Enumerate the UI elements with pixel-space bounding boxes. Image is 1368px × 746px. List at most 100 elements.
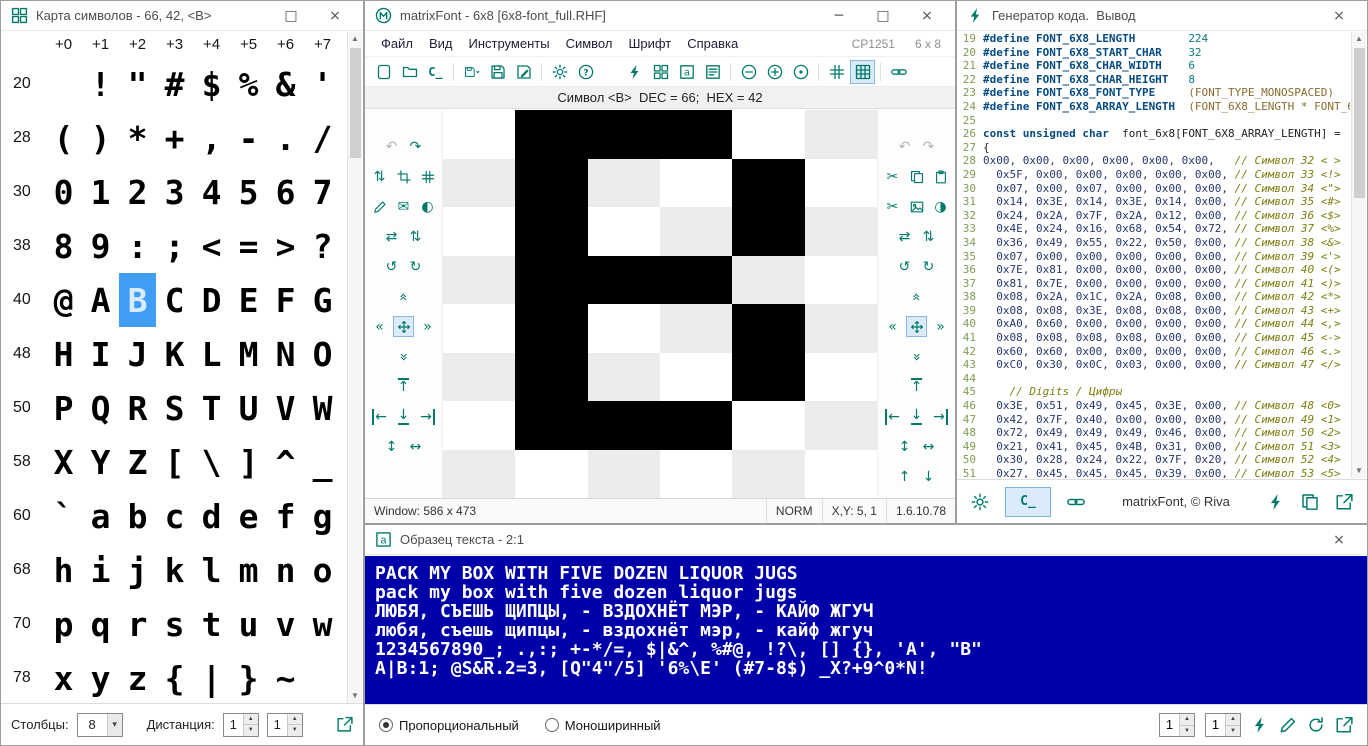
char-cell[interactable]: 4: [193, 165, 230, 219]
flip-horizontal-button[interactable]: ⇄: [381, 226, 402, 247]
copy-code-button[interactable]: [1301, 493, 1319, 511]
glyph-pixel[interactable]: [805, 207, 877, 256]
glyph-pixel[interactable]: [805, 353, 877, 402]
gear-icon[interactable]: [971, 493, 989, 511]
char-cell[interactable]: k: [156, 543, 193, 597]
glyph-pixel[interactable]: [588, 401, 660, 450]
snap-toggle[interactable]: [886, 60, 911, 84]
char-cell[interactable]: f: [267, 489, 304, 543]
settings-button[interactable]: [547, 60, 572, 84]
refresh-sample-button[interactable]: [1251, 716, 1269, 734]
glyph-pixel[interactable]: [588, 207, 660, 256]
char-cell[interactable]: l: [193, 543, 230, 597]
glyph-pixel[interactable]: [660, 304, 732, 353]
export-image-button[interactable]: [906, 196, 927, 217]
prev-char-button[interactable]: ↑: [894, 466, 915, 487]
rotate-right-button[interactable]: ↻: [918, 256, 939, 277]
new-font-button[interactable]: [371, 60, 396, 84]
char-cell[interactable]: S: [156, 381, 193, 435]
save-menu-button[interactable]: [459, 60, 484, 84]
code-scrollbar[interactable]: ▲ ▼: [1351, 32, 1366, 478]
align-bottom-button[interactable]: ↓: [393, 406, 414, 427]
maximize-button[interactable]: □: [273, 8, 309, 24]
undo-button[interactable]: ↶: [381, 136, 402, 157]
glyph-pixel[interactable]: [588, 159, 660, 208]
glyph-pixel[interactable]: [588, 304, 660, 353]
scroll-up-icon[interactable]: ▲: [1352, 32, 1366, 46]
zoom-in-button[interactable]: [762, 60, 787, 84]
scroll-up-icon[interactable]: ▲: [348, 32, 362, 46]
glyph-pixel[interactable]: [588, 256, 660, 305]
flip-vertical-button[interactable]: ⇅: [405, 226, 426, 247]
language-c-button[interactable]: C_: [1005, 487, 1051, 517]
char-cell[interactable]: 0: [45, 165, 82, 219]
columns-select[interactable]: 8 ▾: [77, 713, 123, 737]
char-cell[interactable]: I: [82, 327, 119, 381]
char-cell[interactable]: O: [304, 327, 341, 381]
char-cell[interactable]: o: [304, 543, 341, 597]
char-cell[interactable]: ;: [156, 219, 193, 273]
glyph-pixel[interactable]: [660, 450, 732, 499]
sample-spacing-x-spinner[interactable]: 1 ▲▼: [1159, 713, 1195, 737]
char-cell[interactable]: q: [82, 597, 119, 651]
char-cell[interactable]: g: [304, 489, 341, 543]
glyph-pixel[interactable]: [805, 256, 877, 305]
import-glyph-button[interactable]: ✉: [393, 196, 414, 217]
menu-item-2[interactable]: Инструменты: [461, 33, 558, 54]
char-cell[interactable]: (: [45, 111, 82, 165]
char-cell[interactable]: +: [156, 111, 193, 165]
char-cell[interactable]: r: [119, 597, 156, 651]
char-cell[interactable]: n: [267, 543, 304, 597]
invert-selection-button[interactable]: ◑: [930, 196, 951, 217]
char-cell[interactable]: .: [267, 111, 304, 165]
close-icon[interactable]: ×: [909, 8, 945, 24]
maximize-button[interactable]: □: [865, 8, 901, 24]
glyph-pixel[interactable]: [443, 353, 515, 402]
grid-lines-toggle[interactable]: [850, 60, 875, 84]
glyph-pixel[interactable]: [515, 256, 587, 305]
char-cell[interactable]: ": [119, 57, 156, 111]
undo-button[interactable]: ↶: [894, 136, 915, 157]
glyph-pixel[interactable]: [660, 207, 732, 256]
shift-down-button[interactable]: »: [906, 346, 927, 367]
char-cell[interactable]: x: [45, 651, 82, 703]
char-cell[interactable]: >: [267, 219, 304, 273]
char-cell[interactable]: T: [193, 381, 230, 435]
menu-item-5[interactable]: Справка: [679, 33, 746, 54]
invert-glyph-button[interactable]: ◐: [417, 196, 438, 217]
char-cell[interactable]: t: [193, 597, 230, 651]
glyph-pixel[interactable]: [805, 110, 877, 159]
char-cell[interactable]: $: [193, 57, 230, 111]
scroll-thumb[interactable]: [350, 48, 361, 158]
glyph-pixel[interactable]: [443, 401, 515, 450]
char-cell[interactable]: #: [156, 57, 193, 111]
char-cell[interactable]: w: [304, 597, 341, 651]
char-cell[interactable]: @: [45, 273, 82, 327]
glyph-pixel[interactable]: [660, 110, 732, 159]
glyph-pixel[interactable]: [443, 256, 515, 305]
char-cell[interactable]: :: [119, 219, 156, 273]
char-cell[interactable]: ,: [193, 111, 230, 165]
align-right-button[interactable]: →: [417, 406, 438, 427]
char-cell[interactable]: m: [230, 543, 267, 597]
close-icon[interactable]: ×: [317, 8, 353, 24]
char-cell[interactable]: P: [45, 381, 82, 435]
char-cell[interactable]: j: [119, 543, 156, 597]
cut-button[interactable]: ✂: [882, 166, 903, 187]
char-cell[interactable]: 3: [156, 165, 193, 219]
glyph-pixel[interactable]: [732, 207, 804, 256]
char-cell[interactable]: G: [304, 273, 341, 327]
char-cell[interactable]: i: [82, 543, 119, 597]
glyph-pixel[interactable]: [732, 159, 804, 208]
glyph-pixel[interactable]: [732, 450, 804, 499]
char-cell[interactable]: R: [119, 381, 156, 435]
move-mode-button[interactable]: [393, 316, 414, 337]
shift-right-button[interactable]: »: [930, 316, 951, 337]
save-as-button[interactable]: [511, 60, 536, 84]
char-cell[interactable]: Q: [82, 381, 119, 435]
close-icon[interactable]: ×: [1321, 532, 1357, 548]
wrap-vertical-button[interactable]: ↕: [381, 436, 402, 457]
next-char-button[interactable]: ↓: [918, 466, 939, 487]
glyph-pixel[interactable]: [515, 401, 587, 450]
shift-up-button[interactable]: »: [906, 286, 927, 307]
